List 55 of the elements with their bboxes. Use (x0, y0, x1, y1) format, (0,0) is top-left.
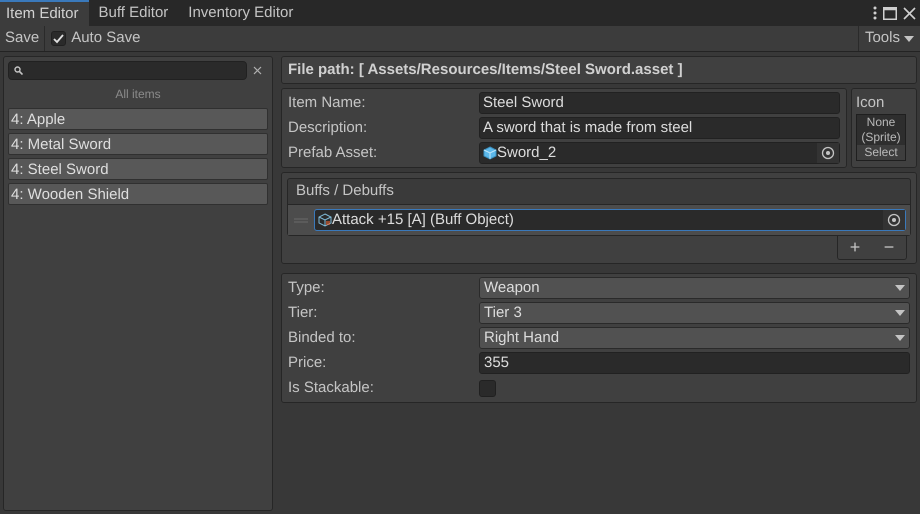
field-value: A sword that is made from steel (483, 118, 694, 138)
search-field[interactable] (8, 61, 247, 80)
checkbox[interactable] (479, 380, 496, 396)
tab[interactable]: Buff Editor (88, 0, 178, 26)
sprite-value: None (Sprite) (861, 115, 901, 145)
cube-icon (318, 213, 332, 227)
select-button[interactable]: Select (857, 145, 905, 160)
field-label: Description: (288, 118, 368, 138)
clear-icon[interactable] (253, 66, 262, 75)
caret-icon (904, 36, 914, 42)
tools-menu[interactable]: Tools (858, 26, 920, 51)
checkbox[interactable] (51, 31, 66, 46)
list-heading: All items (114, 86, 162, 103)
input-field[interactable]: 355 (479, 352, 910, 374)
checkbox-label: Auto Save (71, 28, 140, 48)
drag-handle-icon[interactable] (294, 218, 308, 222)
add-button[interactable]: + (850, 234, 860, 261)
maximize-icon[interactable] (883, 6, 897, 20)
field-label: Tier: (288, 302, 318, 323)
field-label: Item Name: (288, 92, 367, 113)
list-item[interactable]: 4: Metal Sword (8, 133, 268, 155)
tab[interactable]: Inventory Editor (178, 0, 304, 26)
close-icon[interactable] (903, 6, 916, 20)
list-item[interactable]: 4: Apple (8, 108, 268, 130)
tab[interactable]: Item Editor (0, 0, 89, 26)
caret-icon (895, 285, 905, 291)
object-field[interactable]: Attack +15 [A] (Buff Object) (314, 209, 906, 231)
more-icon[interactable] (873, 6, 877, 20)
target-icon[interactable] (887, 213, 901, 227)
cube-icon (483, 146, 497, 160)
dropdown[interactable]: Tier 3 (479, 302, 910, 324)
target-icon[interactable] (821, 146, 835, 160)
sprite-field[interactable]: None (Sprite) Select (856, 114, 906, 161)
field-label: Is Stackable: (288, 378, 375, 398)
input-field[interactable]: A sword that is made from steel (479, 117, 840, 139)
field-label: Binded to: (288, 328, 357, 348)
field-label: Type: (288, 278, 326, 298)
remove-button[interactable]: − (884, 234, 894, 261)
field-label: Prefab Asset: (288, 142, 378, 163)
field-value: Steel Sword (483, 92, 565, 113)
field-label: Price: (288, 352, 328, 373)
input-field[interactable]: Steel Sword (479, 92, 840, 114)
icon-title: Icon (856, 93, 886, 113)
input-field[interactable]: Sword_2 (479, 142, 840, 164)
save-button[interactable]: Save (0, 26, 46, 51)
field-value: Attack +15 [A] (Buff Object) (332, 210, 515, 230)
dropdown[interactable]: Weapon (479, 277, 910, 299)
list-item[interactable]: 4: Steel Sword (8, 158, 268, 180)
file-path: File path: [ Assets/Resources/Items/Steel Sword.asset ] (281, 56, 917, 84)
caret-icon (895, 335, 905, 341)
list-item[interactable]: 4: Wooden Shield (8, 183, 268, 205)
field-value: Sword_2 (497, 142, 558, 163)
caret-icon (895, 310, 905, 316)
dropdown[interactable]: Right Hand (479, 327, 910, 349)
search-icon (14, 66, 23, 75)
